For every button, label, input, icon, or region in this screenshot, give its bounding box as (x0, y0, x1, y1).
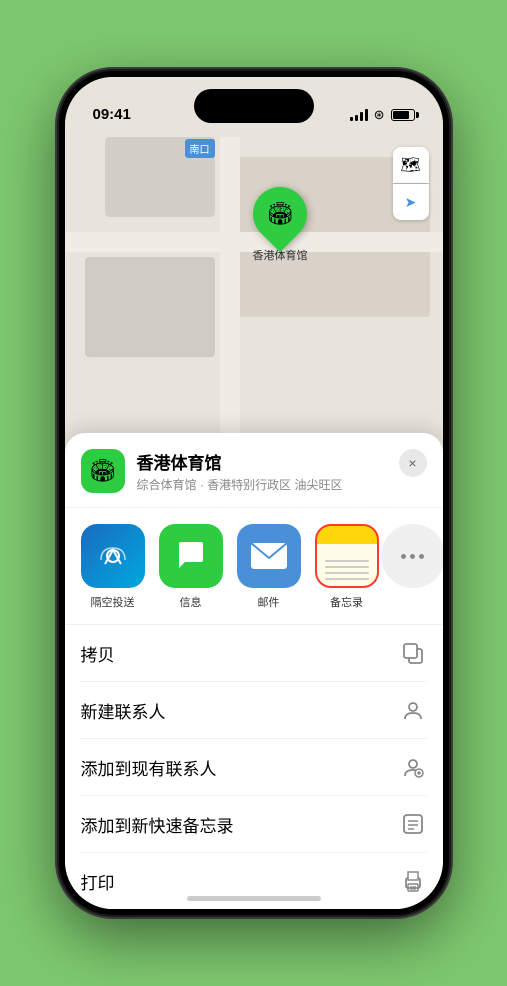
more-icon (381, 524, 443, 588)
action-add-existing-label: 添加到现有联系人 (81, 755, 217, 780)
action-copy[interactable]: 拷贝 (81, 625, 427, 682)
action-new-contact-label: 新建联系人 (81, 698, 166, 723)
share-apps-scroll: 隔空投送 信息 (81, 524, 427, 610)
quick-note-icon (399, 810, 427, 838)
location-header: 🏟 香港体育馆 综合体育馆 · 香港特别行政区 油尖旺区 × (65, 449, 443, 508)
more-dot-1 (401, 554, 406, 559)
action-copy-label: 拷贝 (81, 641, 115, 666)
airdrop-label: 隔空投送 (91, 594, 135, 610)
home-indicator (187, 896, 321, 901)
phone-frame: 09:41 ⊛ 南口 (59, 71, 449, 915)
action-add-existing[interactable]: 添加到现有联系人 (81, 739, 427, 796)
share-app-airdrop[interactable]: 隔空投送 (81, 524, 145, 610)
signal-bars-icon (350, 109, 368, 121)
marker-pin: 🏟 (242, 176, 318, 252)
location-button[interactable]: ➤ (393, 184, 429, 220)
map-view-icon: 🗺 (400, 155, 420, 175)
print-icon (399, 867, 427, 895)
location-name: 香港体育馆 (137, 449, 387, 474)
location-venue-icon: 🏟 (81, 449, 125, 493)
notes-lines (325, 560, 369, 580)
wifi-icon: ⊛ (374, 107, 385, 123)
mail-label: 邮件 (258, 594, 280, 610)
action-list: 拷贝 新建联系人 (65, 625, 443, 909)
notes-icon (315, 524, 379, 588)
close-button[interactable]: × (399, 449, 427, 477)
copy-icon (399, 639, 427, 667)
notes-line-1 (325, 560, 369, 562)
mail-icon (237, 524, 301, 588)
messages-label: 信息 (180, 594, 202, 610)
map-road-vertical (220, 137, 240, 437)
status-time: 09:41 (93, 106, 131, 123)
marker-pin-inner: 🏟 (266, 201, 294, 227)
battery-fill (393, 111, 409, 119)
add-existing-icon (399, 753, 427, 781)
stadium-marker[interactable]: 🏟 香港体育馆 (253, 187, 308, 263)
more-dot-2 (410, 554, 415, 559)
share-app-messages[interactable]: 信息 (159, 524, 223, 610)
location-info: 香港体育馆 综合体育馆 · 香港特别行政区 油尖旺区 (137, 449, 387, 493)
messages-svg (173, 538, 209, 574)
notes-line-4 (325, 578, 369, 580)
map-controls: 🗺 ➤ (393, 147, 429, 220)
more-dot-3 (419, 554, 424, 559)
map-label-south: 南口 (185, 139, 215, 158)
action-quick-note-label: 添加到新快速备忘录 (81, 812, 234, 837)
airdrop-svg (97, 540, 129, 572)
battery-icon (391, 109, 415, 121)
share-app-notes[interactable]: 备忘录 (315, 524, 379, 610)
messages-icon (159, 524, 223, 588)
action-new-contact[interactable]: 新建联系人 (81, 682, 427, 739)
share-apps-row: 隔空投送 信息 (65, 508, 443, 625)
action-quick-note[interactable]: 添加到新快速备忘录 (81, 796, 427, 853)
mail-svg (250, 542, 288, 570)
location-icon: ➤ (405, 194, 417, 211)
location-desc: 综合体育馆 · 香港特别行政区 油尖旺区 (137, 476, 387, 493)
notes-label: 备忘录 (330, 594, 363, 610)
airdrop-icon (81, 524, 145, 588)
share-app-more[interactable] (393, 524, 433, 588)
more-dots (401, 554, 424, 559)
new-contact-icon (399, 696, 427, 724)
notes-line-2 (325, 566, 369, 568)
bottom-sheet: 🏟 香港体育馆 综合体育馆 · 香港特别行政区 油尖旺区 × (65, 433, 443, 909)
map-block-3 (85, 257, 215, 357)
phone-screen: 09:41 ⊛ 南口 (65, 77, 443, 909)
dynamic-island (194, 89, 314, 123)
map-view-button[interactable]: 🗺 (393, 147, 429, 183)
notes-line-3 (325, 572, 369, 574)
share-app-mail[interactable]: 邮件 (237, 524, 301, 610)
action-print-label: 打印 (81, 869, 115, 894)
status-icons: ⊛ (350, 107, 415, 123)
